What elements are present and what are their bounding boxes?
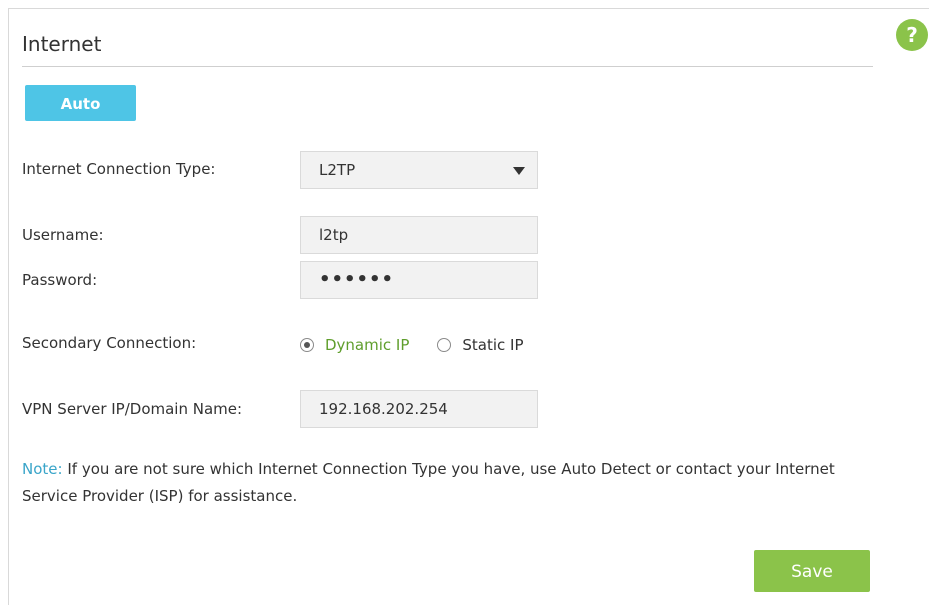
auto-detect-button[interactable]: Auto Detect <box>25 85 136 149</box>
page-title: Internet <box>22 32 102 56</box>
radio-selected-icon[interactable] <box>300 338 314 352</box>
internet-settings-panel <box>8 8 929 605</box>
username-input[interactable]: l2tp <box>300 216 538 254</box>
secondary-connection-label: Secondary Connection: <box>22 334 197 352</box>
radio-dynamic-ip-label: Dynamic IP <box>325 336 410 354</box>
chevron-down-icon <box>513 167 525 175</box>
username-label: Username: <box>22 226 104 244</box>
vpn-server-label: VPN Server IP/Domain Name: <box>22 400 243 418</box>
secondary-connection-radio-group: Dynamic IP Static IP <box>300 335 524 355</box>
title-divider <box>22 66 873 67</box>
connection-type-label: Internet Connection Type: <box>22 160 216 178</box>
password-input[interactable]: •••••• <box>300 261 538 299</box>
radio-unselected-icon[interactable] <box>437 338 452 352</box>
save-button[interactable]: Save <box>754 550 870 592</box>
connection-type-value: L2TP <box>319 161 356 179</box>
note-body: If you are not sure which Internet Conne… <box>22 460 835 505</box>
connection-type-select[interactable]: L2TP <box>300 151 538 189</box>
password-label: Password: <box>22 271 98 289</box>
radio-static-ip[interactable]: Static IP <box>437 336 524 354</box>
help-icon[interactable]: ? <box>896 19 928 51</box>
radio-dynamic-ip[interactable]: Dynamic IP <box>300 336 409 354</box>
vpn-server-input[interactable]: 192.168.202.254 <box>300 390 538 428</box>
note-prefix: Note: <box>22 460 63 478</box>
radio-static-ip-label: Static IP <box>462 336 524 354</box>
note-text-block: Note: If you are not sure which Internet… <box>22 456 872 510</box>
